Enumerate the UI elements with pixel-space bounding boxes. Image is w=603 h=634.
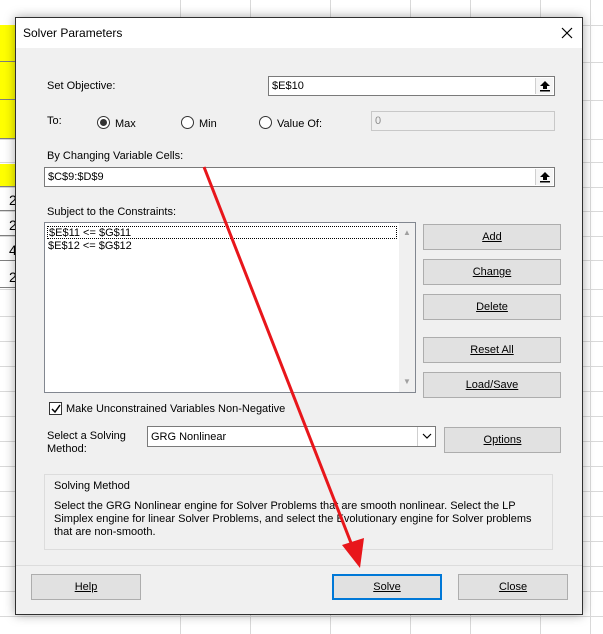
constraints-label: Subject to the Constraints: (47, 206, 177, 218)
max-radio[interactable] (97, 116, 110, 129)
close-icon (561, 27, 573, 39)
constraint-item[interactable]: $E$12 <= $G$12 (47, 240, 132, 253)
min-radio[interactable] (181, 116, 194, 129)
close-window-button[interactable] (552, 18, 582, 48)
highlighted-cell (0, 62, 16, 100)
solve-button-label: Solve (373, 581, 401, 593)
max-radio-label[interactable]: Max (115, 118, 136, 130)
load-save-button[interactable]: Load/Save (423, 372, 561, 398)
delete-button-label: Delete (476, 301, 508, 313)
sheet-cell-value: 2 (0, 266, 16, 288)
highlighted-cell (0, 25, 16, 62)
collapse-dialog-icon (540, 81, 550, 92)
add-button-label: Add (482, 231, 502, 243)
change-button[interactable]: Change (423, 259, 561, 285)
solve-button[interactable]: Solve (332, 574, 442, 600)
collapse-dialog-button[interactable] (535, 78, 553, 94)
set-objective-value: $E$10 (272, 80, 304, 92)
change-button-label: Change (472, 266, 512, 278)
value-of-radio[interactable] (259, 116, 272, 129)
reset-all-button[interactable]: Reset All (423, 337, 561, 363)
highlighted-cell (0, 164, 16, 187)
value-of-value: 0 (375, 115, 382, 127)
gridline (590, 0, 591, 634)
sheet-cell-value: 2 (0, 189, 16, 211)
set-objective-input[interactable]: $E$10 (268, 76, 555, 96)
delete-button[interactable]: Delete (423, 294, 561, 320)
set-objective-label: Set Objective: (47, 80, 116, 92)
value-of-radio-label[interactable]: Value Of: (277, 118, 322, 130)
footer-separator (16, 565, 582, 566)
reset-all-button-label: Reset All (470, 344, 514, 356)
checkmark-icon (51, 404, 61, 414)
changing-cells-input[interactable]: $C$9:$D$9 (44, 167, 555, 187)
changing-cells-label: By Changing Variable Cells: (47, 150, 184, 162)
solving-method-description: Select the GRG Nonlinear engine for Solv… (54, 500, 532, 538)
solving-method-select[interactable]: GRG Nonlinear (147, 426, 436, 447)
sheet-cell-value: 2 (0, 214, 16, 236)
constraints-list[interactable]: $E$11 <= $G$11 $E$12 <= $G$12 ▲ ▼ (44, 222, 416, 393)
constraint-item[interactable]: $E$11 <= $G$11 (47, 226, 397, 239)
chevron-down-icon (422, 433, 432, 439)
to-label: To: (47, 115, 62, 127)
dialog-title: Solver Parameters (23, 26, 123, 40)
load-save-button-label: Load/Save (465, 379, 519, 391)
options-button[interactable]: Options (444, 427, 561, 453)
highlighted-cell (0, 100, 16, 139)
options-button-label: Options (483, 434, 522, 446)
min-radio-label[interactable]: Min (199, 118, 217, 130)
scroll-up-icon[interactable]: ▲ (403, 229, 411, 237)
solver-parameters-dialog: Solver Parameters Set Objective: $E$10 T… (15, 17, 583, 615)
close-button-label: Close (498, 581, 528, 593)
changing-cells-value: $C$9:$D$9 (48, 171, 104, 183)
constraints-scrollbar[interactable]: ▲ ▼ (399, 223, 415, 392)
value-of-input[interactable]: 0 (371, 111, 555, 131)
solving-method-label-line2: Method: (47, 443, 87, 455)
dropdown-button[interactable] (417, 427, 435, 446)
close-button[interactable]: Close (458, 574, 568, 600)
gridline (0, 616, 603, 617)
solving-method-group: Solving Method Select the GRG Nonlinear … (44, 474, 553, 550)
solving-method-label-line1: Select a Solving (47, 430, 126, 442)
add-button[interactable]: Add (423, 224, 561, 250)
sheet-cell-value: 4 (0, 239, 16, 261)
title-bar: Solver Parameters (16, 18, 582, 48)
scroll-down-icon[interactable]: ▼ (403, 378, 411, 386)
help-button-label: Help (74, 581, 98, 593)
collapse-dialog-button[interactable] (535, 169, 553, 185)
nonnegative-label[interactable]: Make Unconstrained Variables Non-Negativ… (66, 403, 285, 415)
nonnegative-checkbox[interactable] (49, 402, 62, 415)
solving-method-title: Solving Method (54, 480, 130, 492)
solving-method-value: GRG Nonlinear (151, 431, 227, 443)
help-button[interactable]: Help (31, 574, 141, 600)
collapse-dialog-icon (540, 172, 550, 183)
